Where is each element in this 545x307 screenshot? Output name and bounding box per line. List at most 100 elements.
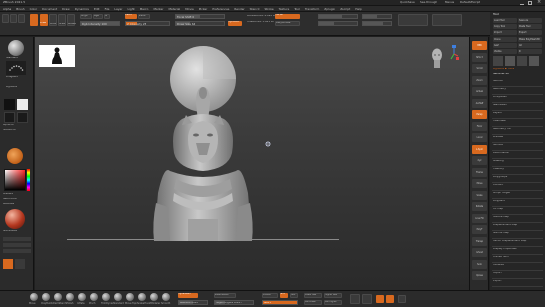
tool-section-subtool[interactable]: SubTool (493, 80, 543, 84)
color-picker[interactable] (4, 169, 26, 191)
tool-section-normal-map[interactable]: Normal Map (493, 232, 543, 236)
home-page-button[interactable] (2, 14, 9, 23)
right-shelf-zoom[interactable]: Zoom (472, 75, 487, 85)
texture-slot[interactable] (17, 112, 28, 123)
tool-btn-paste-tool[interactable]: Paste Tool (518, 24, 542, 30)
left-slider-2[interactable] (3, 243, 31, 247)
right-shelf-spix-3[interactable]: SPix 3 (472, 52, 487, 62)
tool-section-display-properties[interactable]: Display Properties (493, 248, 543, 252)
tool-btn-copy-tool[interactable]: Copy Tool (493, 24, 517, 30)
brush-zmodeler-icon[interactable] (150, 293, 158, 301)
tool-thumb-4[interactable] (529, 56, 539, 66)
rgb-intensity-slider[interactable]: Rgb Intensity 100 (80, 21, 120, 26)
tool-section-morph-target[interactable]: Morph Target (493, 192, 543, 196)
zadd-button[interactable]: Zadd (125, 14, 137, 19)
brush-hpolish-icon[interactable] (66, 293, 74, 301)
brush-move-topological-icon[interactable] (126, 293, 134, 301)
see-through-button[interactable]: See-through (420, 1, 437, 4)
switch-color-label[interactable]: SwitchColor (3, 198, 17, 201)
left-dark-toggle[interactable] (15, 259, 25, 269)
divide-button[interactable]: Divide (262, 293, 278, 298)
menus-button[interactable]: Menus (445, 1, 454, 4)
live-boolean-button[interactable] (18, 14, 25, 23)
navigation-head-icon[interactable] (430, 47, 444, 69)
shelf-slider-2[interactable] (318, 21, 358, 26)
hue-strip[interactable] (27, 169, 30, 191)
bottom-tool-1[interactable] (350, 294, 360, 304)
tool-thumb-1[interactable] (493, 56, 503, 66)
right-shelf-line-fill[interactable]: Line Fill (472, 213, 487, 223)
minimize-icon[interactable] (520, 1, 524, 5)
right-shelf-solo[interactable]: Solo (472, 259, 487, 269)
right-shelf-scale[interactable]: Scale (472, 190, 487, 200)
del-higher-button[interactable]: Del Higher (324, 300, 342, 305)
target-polygons-slider[interactable]: Target Polygons Count 5 (214, 300, 254, 305)
material-orange-icon[interactable] (6, 147, 24, 165)
edit-button[interactable] (30, 14, 38, 26)
axis-gizmo-icon[interactable] (449, 45, 459, 63)
del-lower-button[interactable]: Del Lower (304, 300, 322, 305)
tool-btn-make-polymesh3d[interactable]: Make PolyMesh3D (518, 36, 542, 42)
right-shelf-scroll[interactable]: Scroll (472, 64, 487, 73)
shelf-palette[interactable] (398, 14, 428, 26)
right-shelf-local[interactable]: Local (472, 133, 487, 142)
tool-section-vector-displacement-map[interactable]: Vector Displacement Map (493, 240, 543, 244)
lower-res-button[interactable]: Lower Res (304, 293, 322, 298)
left-slider-3[interactable] (3, 249, 31, 253)
tool-btn-goz[interactable]: GoZ (493, 42, 517, 48)
bottom-tool-3[interactable] (398, 295, 406, 303)
tool-section-uv-map[interactable]: UV Map (493, 208, 543, 212)
tool-section-polypaint[interactable]: Polypaint (493, 200, 543, 204)
tool-section-deformation[interactable]: Deformation (493, 152, 543, 156)
brush-trimdynamic-icon[interactable] (102, 293, 110, 301)
lightbox-button[interactable] (10, 14, 17, 23)
brush-damstandard-icon[interactable] (54, 293, 62, 301)
document-canvas[interactable] (35, 37, 469, 290)
tool-btn-load-tool[interactable]: Load Tool (493, 18, 517, 23)
tool-section-import[interactable]: Import (493, 272, 543, 276)
draw-button[interactable]: Draw (40, 14, 48, 26)
bottom-orange-1[interactable] (376, 295, 384, 303)
right-shelf-l-sym[interactable]: L.Sym (472, 144, 487, 154)
tool-btn-save-as[interactable]: Save As (518, 18, 542, 23)
texture-preview[interactable] (17, 99, 28, 110)
tool-section-visibility[interactable]: Visibility (493, 168, 543, 172)
tool-thumb-3[interactable] (517, 56, 527, 66)
right-shelf-aahalf[interactable]: AAHalf (472, 98, 487, 108)
alternate-label[interactable]: Alternate (3, 203, 14, 206)
right-shelf-xyz[interactable]: Xyz (472, 156, 487, 165)
right-shelf-move[interactable]: Move (472, 179, 487, 188)
tool-btn-export[interactable]: Export (518, 30, 542, 36)
shelf-slider-3[interactable] (362, 14, 392, 19)
curve-button[interactable]: Curve (275, 14, 300, 19)
tool-thumb-2[interactable] (505, 56, 515, 66)
tool-section-texture-map[interactable]: Texture Map (493, 216, 543, 220)
tool-section-polygroups[interactable]: Polygroups (493, 176, 543, 180)
scale-mode-button[interactable]: Scale (58, 14, 66, 26)
rgb-button[interactable]: Rgb (93, 14, 103, 19)
move-mode-button[interactable]: Move (49, 14, 57, 26)
tool-section-geometry[interactable]: Geometry (493, 88, 543, 92)
resolution-slider[interactable]: Resolution 1024 (178, 300, 208, 305)
tool-section-masking[interactable]: Masking (493, 160, 543, 164)
rotate-mode-button[interactable]: Rotate (67, 14, 76, 26)
tool-btn-r[interactable]: R (518, 49, 542, 54)
right-shelf-persp[interactable]: Persp (472, 110, 487, 119)
tool-section-fibermesh[interactable]: FiberMesh (493, 120, 543, 124)
right-shelf-frame[interactable]: Frame (472, 167, 487, 177)
dynamic-button[interactable]: Dynamic (228, 21, 242, 26)
alpha-preview[interactable] (4, 99, 15, 110)
default-zscript-button[interactable]: DefaultZScript (460, 1, 480, 4)
quicksave-button[interactable]: QuickSave (400, 1, 415, 4)
sdiv-slider[interactable]: SDiv 5 (262, 300, 298, 305)
mrgb-button[interactable]: Mrgb (80, 14, 92, 19)
close-icon[interactable]: × (537, 0, 541, 5)
focal-shift-slider[interactable]: Focal Shift 0 (175, 14, 225, 19)
right-shelf-bpr[interactable]: BPR (472, 41, 487, 50)
brush-standard-icon[interactable] (114, 293, 122, 301)
higher-res-button[interactable]: Higher Res (324, 293, 342, 298)
lazymouse-button[interactable]: LazyMouse (275, 21, 300, 26)
zsub-button[interactable]: Zsub (138, 14, 150, 19)
brush-move-icon[interactable] (30, 293, 38, 301)
shelf-palette-2[interactable] (432, 14, 462, 26)
